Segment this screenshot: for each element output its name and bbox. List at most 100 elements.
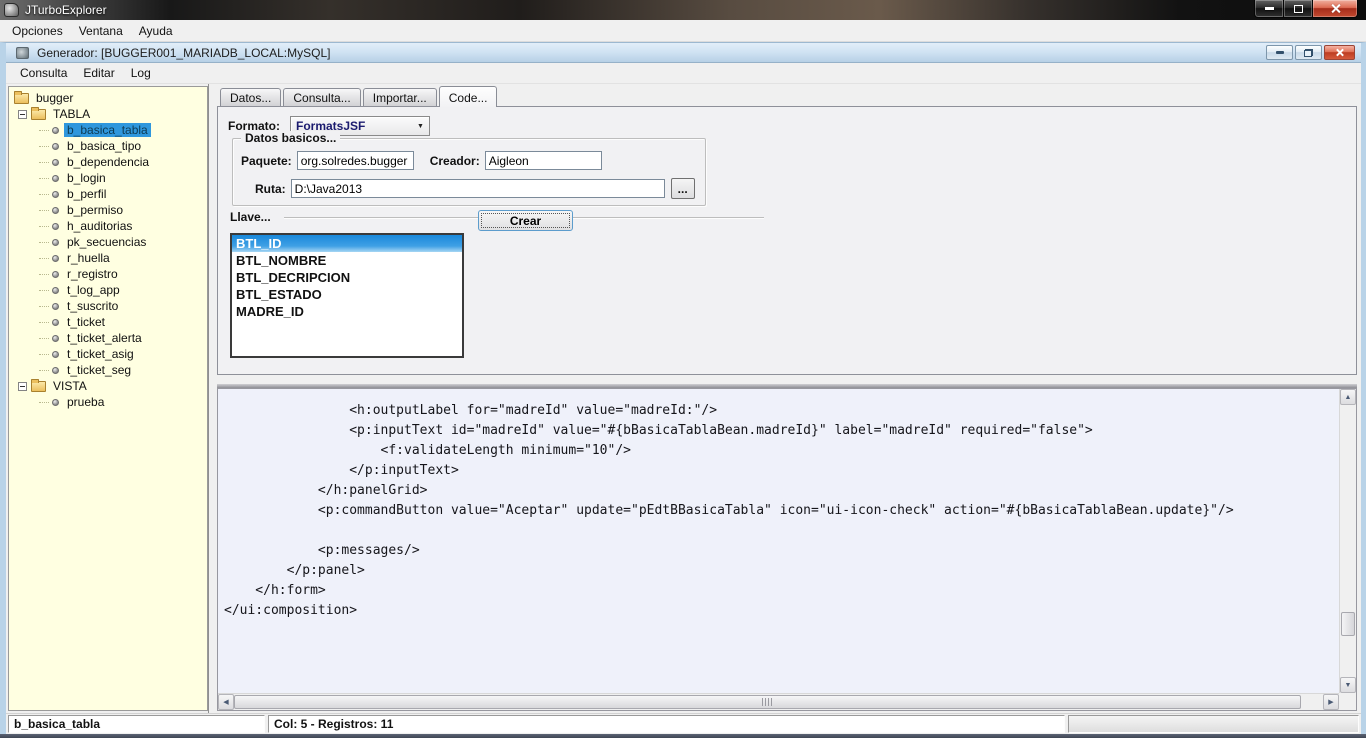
tree-row[interactable]: b_dependencia: [9, 154, 207, 170]
list-item[interactable]: BTL_ESTADO: [232, 286, 462, 303]
horizontal-splitter[interactable]: [217, 375, 1357, 388]
list-item[interactable]: MADRE_ID: [232, 303, 462, 320]
generated-code-panel: <h:outputLabel for="madreId" value="madr…: [217, 388, 1357, 711]
tab[interactable]: Datos...: [220, 88, 282, 106]
scroll-down-button[interactable]: ▼: [1340, 677, 1356, 693]
chevron-down-icon: ▼: [417, 122, 424, 130]
menu-item[interactable]: Editar: [75, 63, 122, 83]
tree-row[interactable]: b_login: [9, 170, 207, 186]
list-item[interactable]: BTL_DECRIPCION: [232, 269, 462, 286]
vertical-scroll-thumb[interactable]: [1341, 611, 1355, 636]
vertical-scrollbar[interactable]: ▲ ▼: [1339, 389, 1356, 693]
table-bullet-icon: [52, 302, 59, 310]
browse-button[interactable]: ...: [670, 178, 695, 199]
horizontal-scrollbar[interactable]: ◀ ▶: [218, 693, 1339, 710]
generator-title: Generador: [BUGGER001_MARIADB_LOCAL:MySQ…: [37, 45, 331, 60]
close-button[interactable]: [1312, 0, 1358, 18]
table-bullet-icon: [52, 206, 59, 214]
menu-item[interactable]: Log: [123, 63, 159, 83]
status-table-name: b_basica_tabla: [8, 715, 265, 733]
mdi-restore-button[interactable]: [1295, 45, 1322, 60]
menu-item[interactable]: Ayuda: [131, 21, 181, 41]
tree-item-label: b_dependencia: [67, 155, 150, 169]
tree-row[interactable]: pk_secuencias: [9, 234, 207, 250]
app-titlebar: JTurboExplorer: [0, 0, 1366, 20]
database-tree[interactable]: bugger TABLA b_basica_tabla b_basica_tip…: [8, 86, 208, 711]
tab[interactable]: Code...: [438, 86, 498, 107]
tree-item-label: b_perfil: [67, 187, 107, 201]
tree-row[interactable]: VISTA: [9, 378, 207, 394]
code-tab-panel: Formato: FormatsJSF ▼ Datos basicos... P…: [217, 106, 1357, 375]
minimize-button[interactable]: [1254, 0, 1284, 18]
table-bullet-icon: [52, 366, 59, 374]
tree-item-label: t_log_app: [67, 283, 120, 297]
tree-row[interactable]: TABLA: [9, 106, 207, 122]
list-item[interactable]: BTL_ID: [232, 235, 462, 252]
grip-icon: [761, 698, 774, 706]
paquete-field[interactable]: [296, 151, 414, 170]
ruta-field[interactable]: [290, 179, 665, 198]
tree-row[interactable]: bugger: [9, 90, 207, 106]
collapse-icon[interactable]: [18, 109, 27, 119]
app-menubar: Opciones Ventana Ayuda: [0, 20, 1366, 42]
status-record-info: Col: 5 - Registros: 11: [268, 715, 1065, 733]
tree-row[interactable]: prueba: [9, 394, 207, 410]
vertical-scroll-track[interactable]: [1340, 405, 1356, 677]
tree-row[interactable]: r_huella: [9, 250, 207, 266]
code-line: <p:inputText id="madreId" value="#{bBasi…: [224, 423, 1093, 438]
code-editor[interactable]: <h:outputLabel for="madreId" value="madr…: [218, 389, 1339, 693]
generator-menubar: Consulta Editar Log: [6, 63, 1361, 84]
menu-item[interactable]: Ventana: [71, 21, 131, 41]
tree-item-label: t_ticket: [67, 315, 106, 329]
tree-row[interactable]: h_auditorias: [9, 218, 207, 234]
tree-row[interactable]: b_perfil: [9, 186, 207, 202]
tree-row[interactable]: t_ticket_seg: [9, 362, 207, 378]
tree-row[interactable]: t_ticket_alerta: [9, 330, 207, 346]
tree-row[interactable]: b_permiso: [9, 202, 207, 218]
tree-item-label: VISTA: [53, 379, 87, 393]
tree-item-label: bugger: [36, 91, 74, 105]
scroll-right-button[interactable]: ▶: [1323, 694, 1339, 710]
tab[interactable]: Consulta...: [283, 88, 361, 106]
table-bullet-icon: [52, 398, 59, 406]
collapse-icon[interactable]: [18, 381, 27, 391]
status-extra-cell: [1068, 715, 1359, 733]
status-bar: b_basica_tabla Col: 5 - Registros: 11: [6, 713, 1361, 734]
ruta-row: Ruta: ...: [241, 178, 695, 199]
tree-item-label: h_auditorias: [67, 219, 133, 233]
table-bullet-icon: [52, 318, 59, 326]
tree-row[interactable]: b_basica_tipo: [9, 138, 207, 154]
scroll-up-button[interactable]: ▲: [1340, 389, 1356, 405]
tree-row[interactable]: t_ticket_asig: [9, 346, 207, 362]
horizontal-scroll-track[interactable]: [234, 694, 1323, 710]
tree-item-label: t_ticket_asig: [67, 347, 134, 361]
tree-row[interactable]: t_suscrito: [9, 298, 207, 314]
tree-row[interactable]: r_registro: [9, 266, 207, 282]
generator-window-controls: [1266, 45, 1355, 60]
table-bullet-icon: [52, 350, 59, 358]
tree-item-label: b_login: [67, 171, 106, 185]
key-columns-list[interactable]: BTL_ID BTL_NOMBRE BTL_DECRIPCION BTL_ESTADO…: [230, 233, 464, 358]
tree-row[interactable]: t_ticket: [9, 314, 207, 330]
tree-item-label: b_permiso: [67, 203, 124, 217]
code-line: <p:commandButton value="Aceptar" update=…: [224, 503, 1234, 518]
tree-row[interactable]: b_basica_tabla: [9, 122, 207, 138]
tab[interactable]: Importar...: [362, 88, 437, 106]
menu-item[interactable]: Consulta: [12, 63, 75, 83]
tree-row[interactable]: t_log_app: [9, 282, 207, 298]
menu-item[interactable]: Opciones: [4, 21, 71, 41]
list-item[interactable]: BTL_NOMBRE: [232, 252, 462, 269]
tab-bar: Datos... Consulta... Importar... Code...: [217, 86, 1357, 107]
tree-item-label: r_registro: [67, 267, 118, 281]
paquete-label: Paquete:: [241, 153, 292, 168]
maximize-button[interactable]: [1284, 0, 1312, 18]
horizontal-scroll-thumb[interactable]: [234, 695, 1302, 709]
code-line: </ui:composition>: [224, 603, 358, 618]
mdi-close-button[interactable]: [1324, 45, 1355, 60]
table-bullet-icon: [52, 270, 59, 278]
scroll-left-button[interactable]: ◀: [218, 694, 234, 710]
creador-field[interactable]: [484, 151, 602, 170]
tree-splitter[interactable]: [208, 84, 217, 713]
mdi-minimize-button[interactable]: [1266, 45, 1293, 60]
crear-button[interactable]: Crear: [478, 210, 573, 231]
